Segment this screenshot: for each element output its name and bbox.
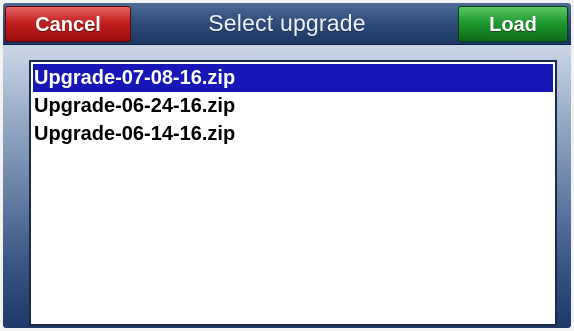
load-button[interactable]: Load: [458, 6, 568, 42]
cancel-button[interactable]: Cancel: [5, 6, 131, 42]
list-item-upgrade-06-14-16[interactable]: Upgrade-06-14-16.zip: [33, 120, 553, 148]
upgrade-file-list[interactable]: Upgrade-07-08-16.zip Upgrade-06-24-16.zi…: [29, 60, 557, 326]
list-item-upgrade-06-24-16[interactable]: Upgrade-06-24-16.zip: [33, 92, 553, 120]
upgrade-dialog: Select upgrade Cancel Load Upgrade-07-08…: [3, 3, 571, 328]
title-bar: Select upgrade Cancel Load: [3, 3, 571, 45]
list-item-upgrade-07-08-16[interactable]: Upgrade-07-08-16.zip: [33, 64, 553, 92]
file-list-viewport: Upgrade-07-08-16.zip Upgrade-06-24-16.zi…: [33, 64, 553, 322]
